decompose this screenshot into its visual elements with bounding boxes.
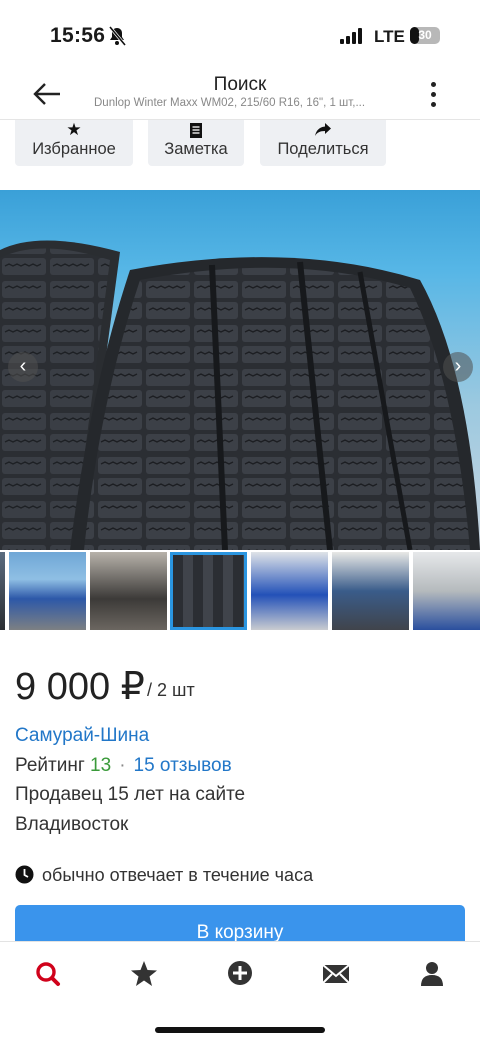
reply-time-text: обычно отвечает в течение часа [42,865,314,885]
favorite-button[interactable]: ★ Избранное [15,120,133,166]
price-unit: / 2 шт [147,680,195,700]
thumbnail-car-lift[interactable] [251,552,328,630]
network-label: LTE [374,27,405,46]
rating-value: 13 [90,755,112,776]
seller-name-link[interactable]: Самурай-Шина [15,725,149,747]
rating-label: Рейтинг [15,755,85,776]
thumbnail-tire-service[interactable] [332,552,409,630]
note-label: Заметка [164,140,228,158]
header: Поиск Dunlop Winter Maxx WM02, 215/60 R1… [0,70,480,120]
note-button[interactable]: Заметка [148,120,244,166]
battery-level-text: 30 [418,28,432,42]
reviews-link[interactable]: 15 отзывов [134,755,232,776]
home-indicator[interactable] [155,1027,325,1033]
search-icon[interactable] [28,958,68,990]
signal-icon [340,28,366,44]
thumbnail-shop-building[interactable] [9,552,86,630]
add-icon[interactable] [220,958,260,990]
status-bar: 15:56 LTE 30 [0,0,480,70]
share-label: Поделиться [277,140,369,158]
share-icon [260,120,386,140]
next-photo-button[interactable]: › [443,352,473,382]
thumbnail-tire-partial[interactable] [0,552,5,630]
clock-icon [15,865,34,884]
thumbnail-garage-interior[interactable] [90,552,167,630]
star-icon[interactable] [124,958,164,990]
thumbnail-tire-tread[interactable] [170,552,247,630]
profile-icon[interactable] [412,958,452,990]
seller-city: Владивосток [15,814,129,835]
prev-photo-button[interactable]: ‹ [8,352,38,382]
seller-age: Продавец 15 лет на сайте [15,784,246,805]
main-photo[interactable]: ‹ › [0,190,480,550]
separator-dot: · [119,755,126,776]
share-button[interactable]: Поделиться [260,120,386,166]
mail-icon[interactable] [316,958,356,990]
page-subtitle: Dunlop Winter Maxx WM02, 215/60 R16, 16"… [94,97,366,109]
more-options-icon[interactable] [424,80,444,110]
battery-icon: 30 [410,27,440,44]
star-icon: ★ [66,120,82,139]
price: 9 000 ₽ [15,666,145,708]
status-time: 15:56 [50,24,106,47]
thumbnail-service-bay[interactable] [413,552,480,630]
bell-muted-icon [108,26,126,46]
tab-bar [0,941,480,1041]
action-bar: ★ Избранное Заметка Поделиться [0,120,480,168]
favorite-label: Избранное [32,140,116,158]
page-title: Поиск [213,74,267,95]
reply-time-row: обычно отвечает в течение часа [15,865,313,886]
note-icon [148,120,244,140]
thumbnail-strip [0,552,480,632]
tire-photo [0,240,480,550]
rating-row: Рейтинг 13 · 15 отзывов [15,755,232,777]
